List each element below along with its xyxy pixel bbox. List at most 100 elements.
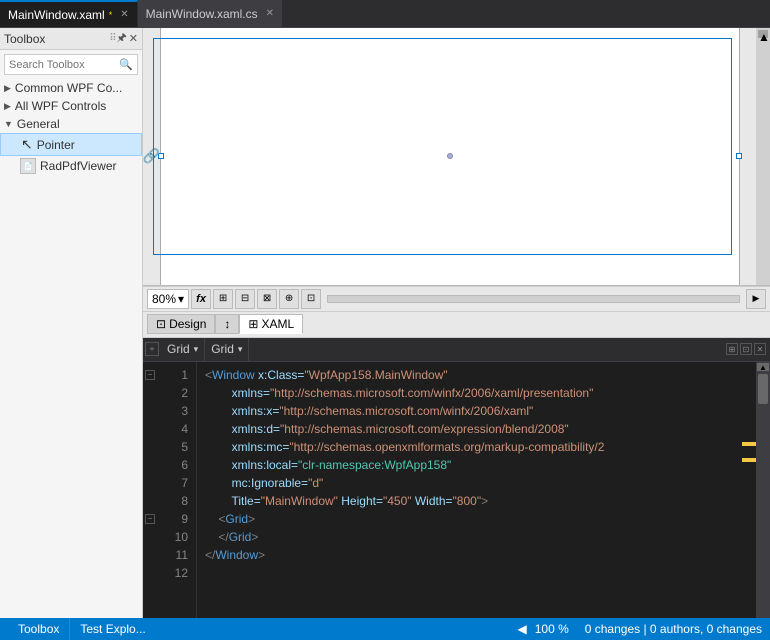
toolbox-item-radpdfviewer[interactable]: 📄 RadPdfViewer bbox=[0, 156, 142, 176]
grid-btn3[interactable]: ⊠ bbox=[257, 289, 277, 309]
status-test-label: Test Explo... bbox=[80, 622, 145, 636]
line-numbers: 1 2 3 4 5 6 7 8 9 10 11 12 bbox=[157, 362, 197, 619]
scroll-up-btn[interactable]: ▲ bbox=[757, 363, 769, 371]
line-num-12: 12 bbox=[165, 564, 188, 582]
status-zoom: 100 % bbox=[535, 622, 569, 636]
expand-all-btn[interactable]: + bbox=[145, 342, 159, 356]
close-tab-cs-icon[interactable]: ✕ bbox=[266, 8, 274, 19]
tab-label-cs: MainWindow.xaml.cs bbox=[146, 7, 258, 21]
dropdown-arrow-icon2: ▾ bbox=[238, 344, 243, 355]
design-view[interactable]: MainWindow 🔗 bbox=[143, 28, 756, 285]
search-icon: 🔍 bbox=[119, 58, 133, 71]
code-toolbar-right: ⊞ ⊡ ✕ bbox=[726, 343, 770, 355]
swap-view-btn[interactable]: ↕ bbox=[215, 314, 239, 334]
grip-icon: ⠿ bbox=[109, 33, 114, 44]
line-num-3: 3 bbox=[165, 402, 188, 420]
zoom-select[interactable]: 80% ▾ bbox=[147, 289, 189, 309]
dropdown-arrow-icon: ▾ bbox=[194, 344, 199, 355]
link-icon: 🔗 bbox=[143, 148, 160, 165]
status-test-explorer-tab[interactable]: Test Explo... bbox=[70, 618, 155, 640]
line-num-9: 9 bbox=[165, 510, 188, 528]
code-dropbar: + Grid ▾ Grid ▾ ⊞ ⊡ ✕ bbox=[143, 338, 770, 362]
grid-btn2[interactable]: ⊟ bbox=[235, 289, 255, 309]
line-num-6: 6 bbox=[165, 456, 188, 474]
right-scrollbar[interactable]: ▲ bbox=[756, 362, 770, 619]
design-icon: ⊡ bbox=[156, 317, 166, 331]
arrow-icon: ▶ bbox=[4, 83, 11, 94]
pin-icon[interactable]: 🖈 bbox=[117, 29, 127, 48]
design-view-btn[interactable]: ⊡ Design bbox=[147, 314, 215, 334]
toolbox-controls: ⠿ 🖈 ✕ bbox=[109, 29, 138, 48]
scroll-right-btn[interactable]: ▶ bbox=[746, 289, 766, 309]
xaml-view-btn[interactable]: ⊞ XAML bbox=[239, 314, 303, 334]
code-line-7: mc:Ignorable="d" bbox=[205, 474, 734, 492]
toolbox-item-pointer[interactable]: ↖ Pointer bbox=[0, 133, 142, 156]
code-editor[interactable]: − − 1 2 3 4 5 6 7 bbox=[143, 362, 770, 619]
status-info: ◀ 100 % 0 changes | 0 authors, 0 changes bbox=[517, 622, 762, 636]
line-num-1: 1 bbox=[165, 366, 188, 384]
toolbox-header: Toolbox ⠿ 🖈 ✕ bbox=[0, 28, 142, 50]
category-all-wpf[interactable]: ▶ All WPF Controls bbox=[0, 97, 142, 115]
code-line-6: xmlns:local="clr-namespace:WpfApp158" bbox=[205, 456, 734, 474]
right-dropdown-label: Grid bbox=[211, 342, 234, 356]
toolbox-panel: Toolbox ⠿ 🖈 ✕ 🔍 ▶ Common WPF Co... ▶ All… bbox=[0, 28, 143, 618]
tab-bar: MainWindow.xaml * ✕ MainWindow.xaml.cs ✕ bbox=[0, 0, 770, 28]
status-toolbox-tab[interactable]: Toolbox bbox=[8, 618, 69, 640]
search-input[interactable] bbox=[9, 59, 115, 71]
design-section: MainWindow 🔗 bbox=[143, 28, 770, 286]
doc-icon: 📄 bbox=[20, 158, 36, 174]
close-tab-icon[interactable]: ✕ bbox=[120, 9, 128, 20]
line-num-4: 4 bbox=[165, 420, 188, 438]
tab-mainwindow-xaml[interactable]: MainWindow.xaml * ✕ bbox=[0, 0, 138, 27]
collapse-9-btn[interactable]: − bbox=[145, 514, 155, 524]
category-common-wpf[interactable]: ▶ Common WPF Co... bbox=[0, 79, 142, 97]
code-line-2: xmlns="http://schemas.microsoft.com/winf… bbox=[205, 384, 734, 402]
arrow-icon: ▶ bbox=[4, 101, 11, 112]
status-nav-left[interactable]: ◀ bbox=[517, 622, 526, 636]
handle-mr[interactable] bbox=[736, 153, 742, 159]
code-line-12: </Window> bbox=[205, 546, 734, 564]
swap-icon: ↕ bbox=[224, 317, 230, 331]
code-line-11: </Grid> bbox=[205, 528, 734, 546]
grid-btn4[interactable]: ⊕ bbox=[279, 289, 299, 309]
category-label: All WPF Controls bbox=[15, 99, 106, 113]
tab-mainwindow-xaml-cs[interactable]: MainWindow.xaml.cs ✕ bbox=[138, 0, 283, 27]
left-dropdown[interactable]: Grid ▾ bbox=[161, 338, 205, 361]
status-changes: 0 changes | 0 authors, 0 changes bbox=[585, 622, 762, 636]
toolbox-title: Toolbox bbox=[4, 32, 45, 46]
line-num-2: 2 bbox=[165, 384, 188, 402]
formula-btn[interactable]: fx bbox=[191, 289, 211, 309]
collapse-1-btn[interactable]: − bbox=[145, 370, 155, 380]
line-num-5: 5 bbox=[165, 438, 188, 456]
code-line-9: <Grid> bbox=[205, 510, 734, 528]
main-area: Toolbox ⠿ 🖈 ✕ 🔍 ▶ Common WPF Co... ▶ All… bbox=[0, 28, 770, 618]
grid-btn1[interactable]: ⊞ bbox=[213, 289, 233, 309]
code-btn1[interactable]: ⊞ bbox=[726, 343, 738, 355]
code-line-3: xmlns:x="http://schemas.microsoft.com/wi… bbox=[205, 402, 734, 420]
warning-indicator-1 bbox=[742, 442, 756, 446]
code-content[interactable]: <Window x:Class="WpfApp158.MainWindow" x… bbox=[197, 362, 742, 619]
code-btn2[interactable]: ⊡ bbox=[740, 343, 752, 355]
scroll-up-btn[interactable]: ▲ bbox=[758, 30, 768, 38]
h-scrollbar[interactable] bbox=[327, 295, 740, 303]
arrow-icon: ▼ bbox=[4, 119, 13, 129]
toolbox-search-box[interactable]: 🔍 bbox=[4, 54, 138, 75]
pointer-icon: ↖ bbox=[21, 136, 33, 153]
design-scrollbar[interactable]: ▲ bbox=[756, 28, 770, 285]
right-dropdown[interactable]: Grid ▾ bbox=[205, 338, 249, 361]
code-btn3[interactable]: ✕ bbox=[754, 343, 766, 355]
category-general[interactable]: ▼ General bbox=[0, 115, 142, 133]
grid-btn5[interactable]: ⊡ bbox=[301, 289, 321, 309]
editor-toolbar: 80% ▾ fx ⊞ ⊟ ⊠ ⊕ ⊡ ▶ bbox=[143, 286, 770, 312]
tab-label: MainWindow.xaml bbox=[8, 8, 105, 22]
item-label: RadPdfViewer bbox=[40, 159, 117, 173]
item-label: Pointer bbox=[37, 138, 75, 152]
line-num-7: 7 bbox=[165, 474, 188, 492]
code-indicators bbox=[742, 362, 756, 619]
close-toolbox-icon[interactable]: ✕ bbox=[129, 32, 138, 45]
code-line-5: xmlns:mc="http://schemas.openxmlformats.… bbox=[205, 438, 734, 456]
category-label: Common WPF Co... bbox=[15, 81, 122, 95]
scroll-thumb[interactable] bbox=[758, 374, 768, 404]
code-line-8: Title="MainWindow" Height="450" Width="8… bbox=[205, 492, 734, 510]
zoom-value: 80% bbox=[152, 292, 176, 306]
